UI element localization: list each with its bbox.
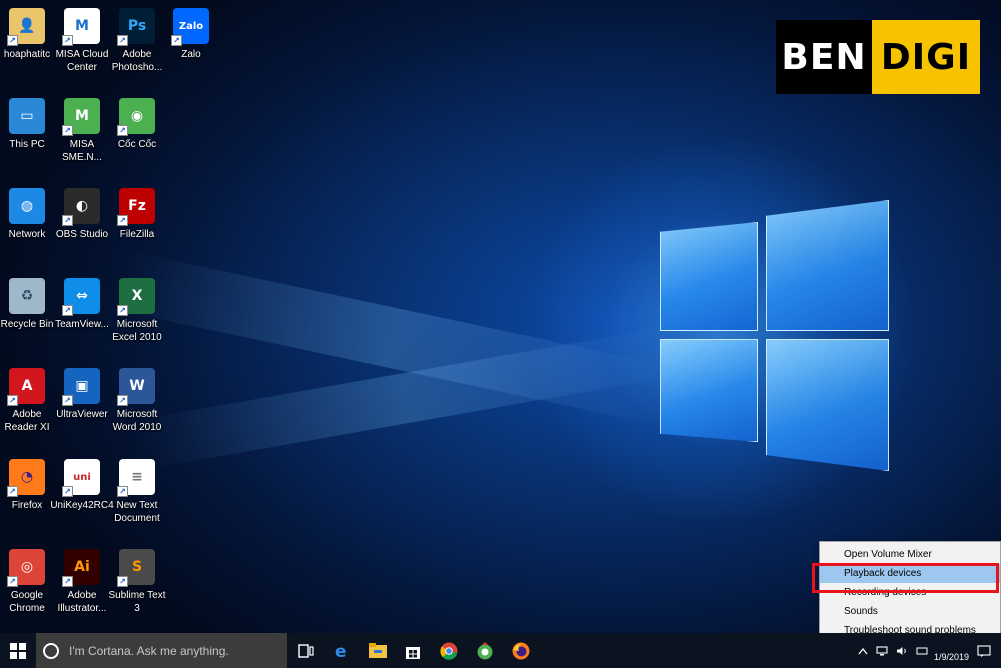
shortcut-arrow-icon: ↗ <box>62 395 73 406</box>
sublime-text-icon: S ↗ <box>117 549 155 587</box>
brand-logo: BEN DIGI <box>776 20 980 94</box>
windows-start-icon <box>10 642 26 659</box>
shortcut-arrow-icon: ↗ <box>117 305 128 316</box>
desktop: 👤 ↗ hoaphatitc M ↗ MISA Cloud Center Ps ↗ Adobe … <box>0 0 1001 633</box>
cortana-search-box[interactable]: I'm Cortana. Ask me anything. <box>36 633 287 668</box>
volume-icon[interactable] <box>896 646 908 656</box>
coccoc-button[interactable] <box>467 633 503 668</box>
this-pc-icon: ▭ <box>9 98 45 134</box>
brand-left: BEN <box>776 20 872 94</box>
word-icon: W ↗ <box>117 368 155 406</box>
shortcut-arrow-icon: ↗ <box>117 35 128 46</box>
desktop-icon-label: FileZilla <box>119 229 155 240</box>
task-view-button[interactable] <box>288 633 324 668</box>
network-tray-icon[interactable] <box>876 645 888 656</box>
recycle-bin-icon: ♻ <box>9 278 45 314</box>
menu-item-sounds[interactable]: Sounds <box>820 602 1000 621</box>
desktop-icon[interactable]: X ↗ Microsoft Excel 2010 <box>105 278 169 344</box>
misa-cloud-icon: M ↗ <box>62 8 100 46</box>
shortcut-arrow-icon: ↗ <box>7 486 18 497</box>
edge-icon: e <box>335 642 347 660</box>
shortcut-arrow-icon: ↗ <box>62 486 73 497</box>
file-explorer-icon <box>369 643 387 658</box>
desktop-icon[interactable]: ◉ ↗ Cốc Cốc <box>105 98 169 151</box>
user-folder-icon: 👤 ↗ <box>7 8 45 46</box>
chrome-icon <box>440 642 458 660</box>
menu-item-open-volume-mixer[interactable]: Open Volume Mixer <box>820 545 1000 564</box>
highlight-box <box>812 563 999 593</box>
excel-icon: X ↗ <box>117 278 155 316</box>
search-placeholder: I'm Cortana. Ask me anything. <box>69 643 229 658</box>
desktop-icon-label: New Text Document <box>114 500 160 524</box>
desktop-icon[interactable]: Fz ↗ FileZilla <box>105 188 169 241</box>
store-icon <box>406 646 420 659</box>
obs-icon: ◐ ↗ <box>62 188 100 226</box>
task-view-icon <box>298 643 314 658</box>
firefox-button[interactable] <box>503 633 539 668</box>
desktop-icon-label: Sublime Text 3 <box>108 590 166 614</box>
shortcut-arrow-icon: ↗ <box>62 215 73 226</box>
desktop-icon-label: Microsoft Word 2010 <box>112 409 162 433</box>
keyboard-language-icon[interactable] <box>916 646 928 656</box>
shortcut-arrow-icon: ↗ <box>117 576 128 587</box>
photoshop-icon: Ps ↗ <box>117 8 155 46</box>
edge-button[interactable]: e <box>324 633 360 668</box>
action-center-icon[interactable] <box>977 644 991 657</box>
windows-logo-pane <box>766 339 889 471</box>
shortcut-arrow-icon: ↗ <box>117 486 128 497</box>
shortcut-arrow-icon: ↗ <box>117 395 128 406</box>
file-explorer-button[interactable] <box>360 633 396 668</box>
desktop-icon[interactable]: S ↗ Sublime Text 3 <box>105 549 169 615</box>
start-button[interactable] <box>0 633 36 668</box>
zalo-icon: Zalo ↗ <box>171 8 209 46</box>
desktop-icon-label: Microsoft Excel 2010 <box>112 319 162 343</box>
brand-right: DIGI <box>872 20 980 94</box>
svg-text:e: e <box>335 642 347 660</box>
coccoc-icon <box>477 641 493 659</box>
ultraviewer-icon: ▣ ↗ <box>62 368 100 406</box>
shortcut-arrow-icon: ↗ <box>117 125 128 136</box>
store-button[interactable] <box>395 633 431 668</box>
adobe-reader-icon: A ↗ <box>7 368 45 406</box>
windows-logo-pane <box>766 200 889 331</box>
unikey-icon: uni ↗ <box>62 459 100 497</box>
shortcut-arrow-icon: ↗ <box>7 395 18 406</box>
windows-logo-pane <box>660 222 758 331</box>
desktop-icon[interactable]: ≡ ↗ New Text Document <box>105 459 169 525</box>
system-tray: 1/9/2019 <box>858 633 1001 668</box>
text-document-icon: ≡ ↗ <box>117 459 155 497</box>
filezilla-icon: Fz ↗ <box>117 188 155 226</box>
shortcut-arrow-icon: ↗ <box>7 35 18 46</box>
teamviewer-icon: ⇔ ↗ <box>62 278 100 316</box>
shortcut-arrow-icon: ↗ <box>117 215 128 226</box>
illustrator-icon: Ai ↗ <box>62 549 100 587</box>
shortcut-arrow-icon: ↗ <box>62 576 73 587</box>
network-icon: ◍ <box>9 188 45 224</box>
taskbar: I'm Cortana. Ask me anything. e 1/9/2019 <box>0 633 1001 668</box>
desktop-icon[interactable]: Zalo ↗ Zalo <box>159 8 223 61</box>
coccoc-icon: ◉ ↗ <box>117 98 155 136</box>
firefox-icon: ◔ ↗ <box>7 459 45 497</box>
shortcut-arrow-icon: ↗ <box>62 35 73 46</box>
chrome-button[interactable] <box>431 633 467 668</box>
clock-date[interactable]: 1/9/2019 <box>934 640 969 662</box>
desktop-icon-label: Cốc Cốc <box>117 139 157 150</box>
desktop-icon[interactable]: W ↗ Microsoft Word 2010 <box>105 368 169 434</box>
chrome-icon: ◎ ↗ <box>7 549 45 587</box>
shortcut-arrow-icon: ↗ <box>7 576 18 587</box>
firefox-icon <box>512 642 530 659</box>
misa-sme-icon: M ↗ <box>62 98 100 136</box>
desktop-icon-label: Zalo <box>181 49 201 60</box>
chevron-up-icon[interactable] <box>858 647 868 655</box>
shortcut-arrow-icon: ↗ <box>62 305 73 316</box>
shortcut-arrow-icon: ↗ <box>62 125 73 136</box>
cortana-icon <box>43 642 59 659</box>
windows-logo-pane <box>660 339 758 442</box>
shortcut-arrow-icon: ↗ <box>171 35 182 46</box>
